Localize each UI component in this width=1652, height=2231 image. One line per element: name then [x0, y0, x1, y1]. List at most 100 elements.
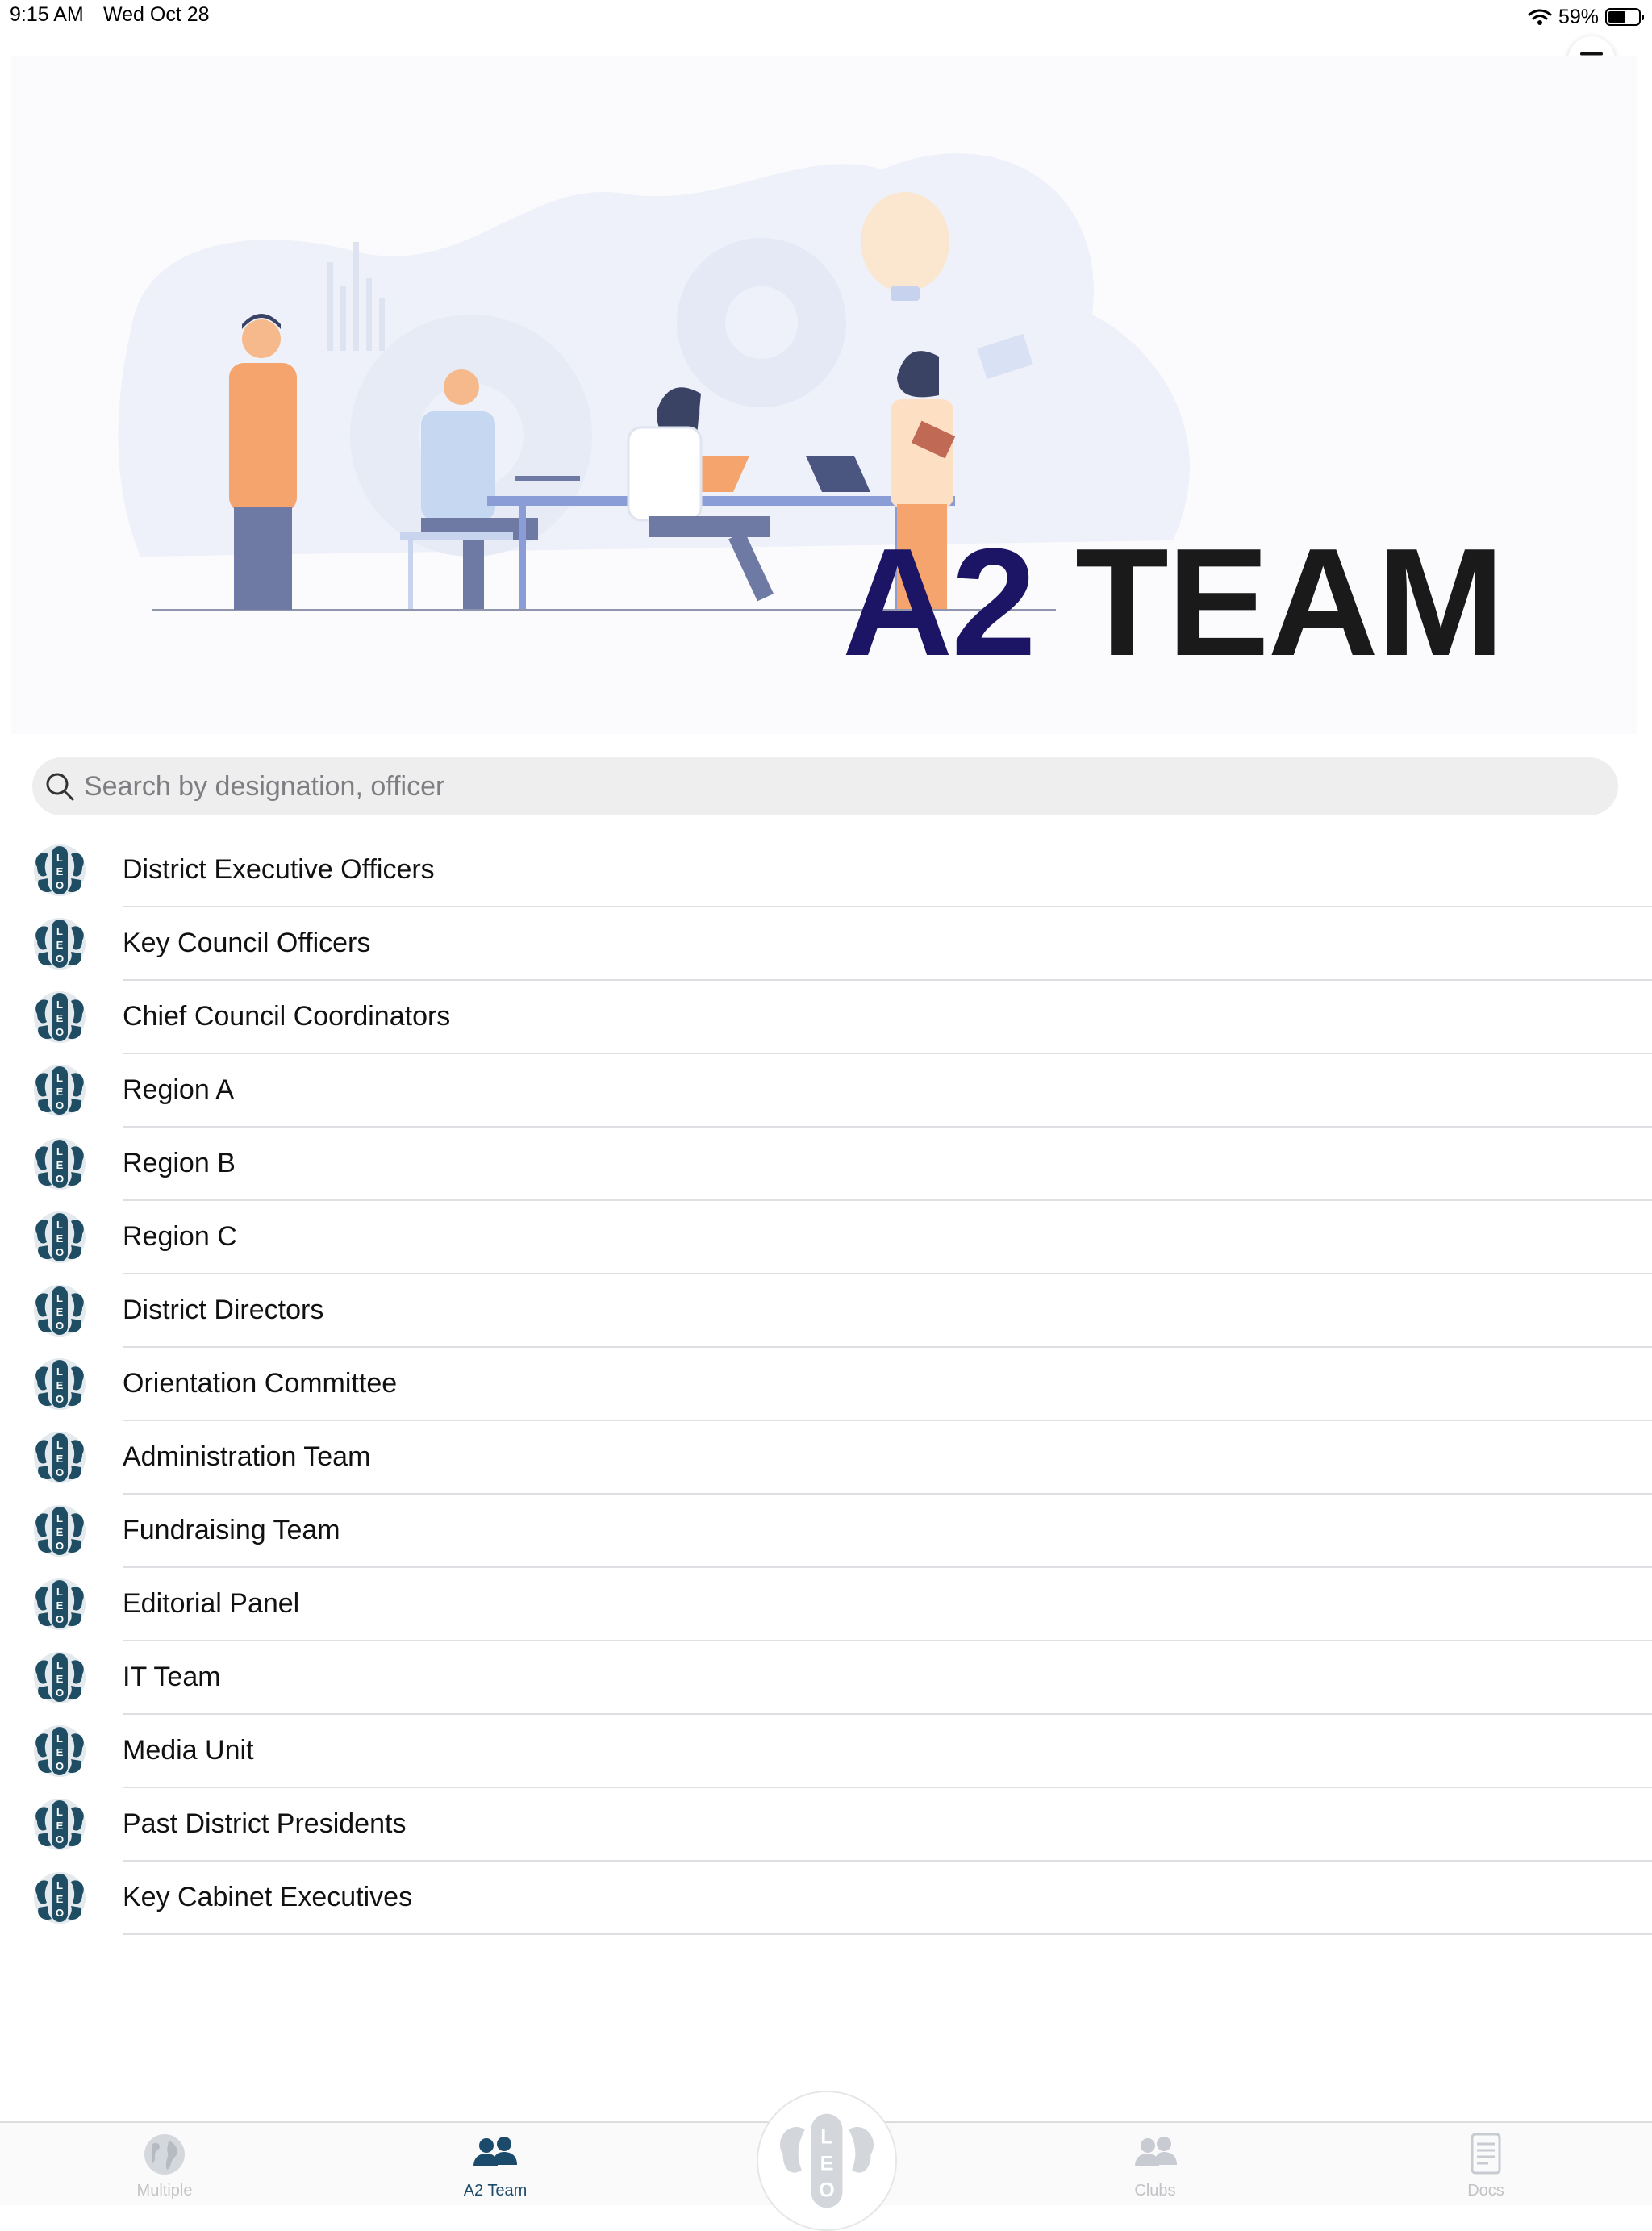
battery-icon: [1605, 8, 1644, 26]
battery-percent: 59%: [1558, 5, 1599, 28]
leo-logo-icon: L E O: [780, 2113, 874, 2208]
leo-logo-icon: L E O: [34, 1725, 86, 1777]
list-item-key-council-officers[interactable]: L E O Key Council Officers: [0, 907, 1652, 981]
svg-text:L: L: [56, 999, 63, 1011]
list-item-orientation-committee[interactable]: L E O Orientation Committee: [0, 1348, 1652, 1421]
list-item-district-directors[interactable]: L E O District Directors: [0, 1274, 1652, 1348]
svg-text:E: E: [56, 1159, 64, 1171]
svg-text:E: E: [56, 1306, 64, 1318]
svg-text:E: E: [56, 1893, 64, 1905]
svg-text:E: E: [820, 2153, 834, 2175]
svg-text:E: E: [56, 1379, 64, 1391]
list-item-label: Chief Council Coordinators: [123, 1001, 451, 1032]
list-item-label: Past District Presidents: [123, 1808, 407, 1839]
tab-label: A2 Team: [463, 2182, 528, 2200]
svg-text:O: O: [56, 1540, 64, 1552]
svg-text:E: E: [56, 1820, 64, 1832]
list-item-label: District Executive Officers: [123, 854, 435, 885]
list-item-region-b[interactable]: L E O Region B: [0, 1128, 1652, 1201]
list-item-past-district-presidents[interactable]: L E O Past District Presidents: [0, 1788, 1652, 1862]
list-item-administration-team[interactable]: L E O Administration Team: [0, 1421, 1652, 1495]
leo-logo-icon: L E O: [34, 1799, 86, 1850]
tab-home-logo[interactable]: L E O: [757, 2091, 897, 2231]
leo-logo-icon: L E O: [34, 1432, 86, 1483]
svg-text:E: E: [56, 1599, 64, 1612]
group-list: L E O District Executive Officers L E O …: [0, 834, 1652, 1935]
svg-text:L: L: [56, 925, 63, 937]
list-item-label: District Directors: [123, 1295, 324, 1325]
svg-text:L: L: [56, 1145, 63, 1157]
document-icon: [1471, 2133, 1501, 2175]
svg-text:L: L: [56, 1512, 63, 1524]
leo-logo-icon: L E O: [34, 1065, 86, 1116]
svg-text:O: O: [56, 1393, 64, 1405]
tab-docs[interactable]: Docs: [1421, 2133, 1550, 2202]
tab-multiple[interactable]: Multiple: [100, 2133, 229, 2202]
leo-logo-icon: L E O: [34, 1652, 86, 1703]
svg-text:L: L: [56, 1659, 63, 1671]
svg-text:L: L: [56, 1439, 63, 1451]
status-time: 9:15 AM: [10, 3, 84, 26]
tab-label: Clubs: [1134, 2182, 1176, 2200]
list-item-it-team[interactable]: L E O IT Team: [0, 1641, 1652, 1715]
list-item-chief-council-coordinators[interactable]: L E O Chief Council Coordinators: [0, 981, 1652, 1054]
svg-text:L: L: [56, 1072, 63, 1084]
tab-clubs[interactable]: Clubs: [1091, 2133, 1220, 2202]
hero-title-team: TEAM: [1074, 517, 1504, 688]
svg-text:O: O: [56, 1099, 64, 1111]
svg-text:L: L: [56, 1366, 63, 1378]
leo-logo-icon: L E O: [34, 1505, 86, 1557]
list-item-editorial-panel[interactable]: L E O Editorial Panel: [0, 1568, 1652, 1641]
svg-text:L: L: [820, 2126, 832, 2149]
list-item-label: Editorial Panel: [123, 1588, 300, 1619]
svg-text:O: O: [56, 1687, 64, 1699]
list-item-label: Key Council Officers: [123, 928, 371, 958]
search-input[interactable]: [82, 761, 1618, 811]
svg-text:E: E: [56, 1526, 64, 1538]
svg-text:O: O: [56, 1246, 64, 1258]
list-item-label: Media Unit: [123, 1735, 254, 1766]
svg-text:O: O: [56, 1466, 64, 1478]
leo-logo-icon: L E O: [34, 991, 86, 1043]
divider: [123, 1933, 1652, 1935]
tab-label: Docs: [1467, 2182, 1504, 2200]
svg-text:O: O: [56, 1613, 64, 1625]
leo-logo-icon: L E O: [34, 918, 86, 970]
svg-text:O: O: [56, 1907, 64, 1919]
list-item-region-a[interactable]: L E O Region A: [0, 1054, 1652, 1128]
svg-text:O: O: [56, 879, 64, 891]
svg-text:O: O: [56, 1320, 64, 1332]
svg-text:L: L: [56, 1219, 63, 1231]
svg-text:L: L: [56, 1733, 63, 1745]
svg-text:O: O: [56, 1173, 64, 1185]
leo-logo-icon: L E O: [34, 844, 86, 896]
list-item-region-c[interactable]: L E O Region C: [0, 1201, 1652, 1274]
list-item-label: IT Team: [123, 1662, 221, 1692]
svg-text:L: L: [56, 1292, 63, 1304]
svg-text:E: E: [56, 865, 64, 878]
list-item-label: Region C: [123, 1221, 237, 1252]
svg-text:E: E: [56, 1232, 64, 1245]
svg-text:L: L: [56, 1806, 63, 1818]
leo-logo-icon: L E O: [34, 1578, 86, 1630]
battery-level: [1608, 11, 1625, 23]
hero-title-a2: A2: [842, 517, 1037, 688]
svg-text:L: L: [56, 1586, 63, 1598]
svg-text:E: E: [56, 1673, 64, 1685]
svg-text:E: E: [56, 1086, 64, 1098]
list-item-label: Orientation Committee: [123, 1368, 398, 1399]
list-item-media-unit[interactable]: L E O Media Unit: [0, 1715, 1652, 1788]
hero-title: A2 TEAM: [842, 526, 1504, 679]
list-item-key-cabinet-executives[interactable]: L E O Key Cabinet Executives: [0, 1862, 1652, 1935]
users-icon: [1135, 2137, 1177, 2166]
search-bar[interactable]: [32, 757, 1618, 815]
leo-logo-icon: L E O: [34, 1211, 86, 1263]
svg-text:O: O: [819, 2179, 835, 2202]
tab-label: Multiple: [136, 2182, 193, 2200]
list-item-label: Region B: [123, 1148, 236, 1178]
wifi-icon: [1528, 9, 1552, 25]
tab-a2-team[interactable]: A2 Team: [431, 2133, 560, 2202]
leo-logo-icon: L E O: [34, 1358, 86, 1410]
list-item-district-executive-officers[interactable]: L E O District Executive Officers: [0, 834, 1652, 907]
list-item-fundraising-team[interactable]: L E O Fundraising Team: [0, 1495, 1652, 1568]
